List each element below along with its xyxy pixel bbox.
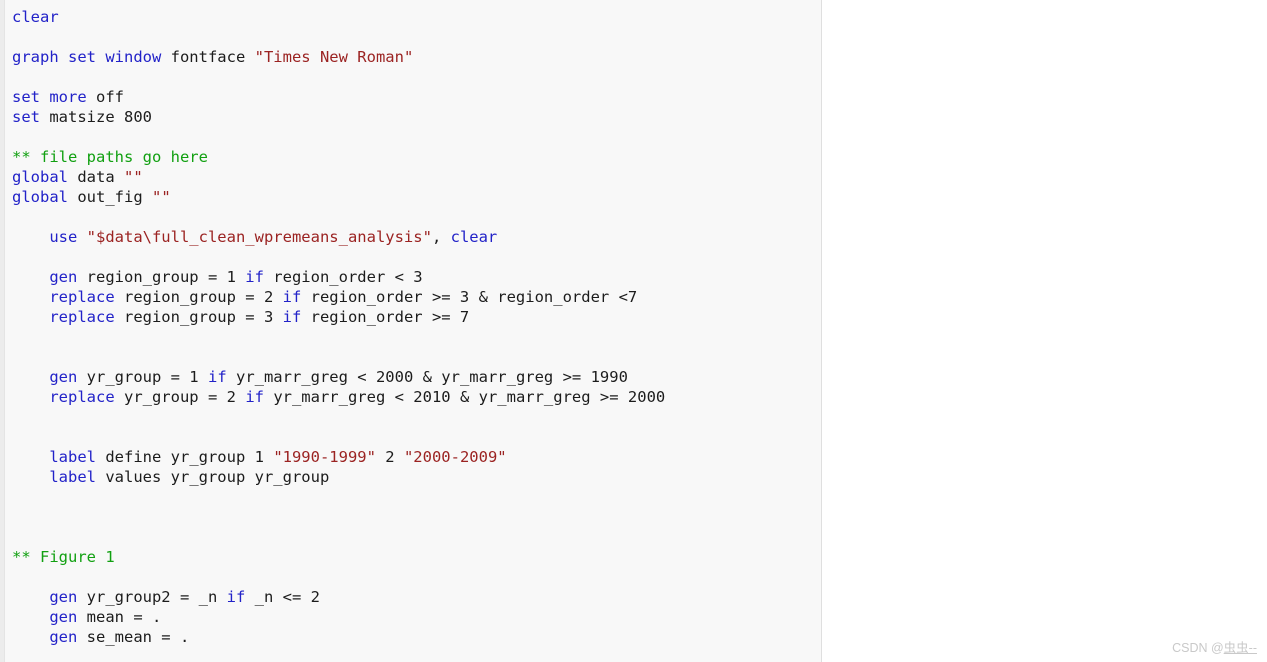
code-line[interactable]: replace region_group = 3 if region_order…	[12, 307, 821, 327]
code-line[interactable]: replace yr_group = 2 if yr_marr_greg < 2…	[12, 387, 821, 407]
code-token-kw: clear	[450, 228, 498, 246]
code-line[interactable]: graph set window fontface "Times New Rom…	[12, 47, 821, 67]
code-token-txt: yr_group = 1	[86, 368, 208, 386]
code-token-txt: region_order >= 7	[310, 308, 470, 326]
code-token-kw: label	[49, 468, 106, 486]
code-token-txt: yr_group2 = _n	[86, 588, 227, 606]
code-line[interactable]	[12, 567, 821, 587]
code-token-kw: if	[282, 308, 311, 326]
code-line[interactable]	[12, 27, 821, 47]
code-line[interactable]	[12, 487, 821, 507]
watermark-username: 虫虫--	[1223, 641, 1257, 655]
code-token-txt: region_group = 3	[123, 308, 283, 326]
code-token-cmt: ** Figure 1	[12, 548, 115, 566]
code-token-str: ""	[124, 168, 143, 186]
code-token-txt: define yr_group 1	[105, 448, 274, 466]
code-token-txt: out_fig	[77, 188, 152, 206]
code-editor-pane[interactable]: clear graph set window fontface "Times N…	[0, 0, 822, 662]
code-token-kw: gen	[49, 268, 87, 286]
code-token-cmt: ** file paths go here	[12, 148, 208, 166]
code-token-kw: clear	[12, 8, 59, 26]
code-line[interactable]	[12, 427, 821, 447]
code-token-kw: if	[207, 368, 236, 386]
code-line[interactable]	[12, 247, 821, 267]
code-token-str: ""	[151, 188, 171, 206]
code-token-txt: matsize 800	[49, 108, 152, 126]
code-line[interactable]: replace region_group = 2 if region_order…	[12, 287, 821, 307]
code-token-txt: data	[77, 168, 124, 186]
code-token-txt: region_order < 3	[273, 268, 423, 286]
code-token-str: "1990-1999"	[273, 448, 376, 466]
code-token-kw: global	[12, 188, 78, 206]
code-token-txt: off	[96, 88, 124, 106]
editor-gutter	[0, 0, 5, 662]
code-token-kw: gen	[49, 588, 87, 606]
code-line[interactable]: gen yr_group2 = _n if _n <= 2	[12, 587, 821, 607]
code-token-str: "Times New Roman"	[254, 48, 414, 66]
code-line[interactable]	[12, 347, 821, 367]
code-token-str: "2000-2009"	[403, 448, 507, 466]
code-line[interactable]	[12, 207, 821, 227]
code-token-kw: graph set window	[12, 48, 171, 66]
code-token-str: "$data\full_clean_wpremeans_analysis"	[86, 228, 432, 246]
code-line[interactable]: set more off	[12, 87, 821, 107]
code-token-kw: use	[49, 228, 87, 246]
code-token-kw: if	[282, 288, 311, 306]
code-token-kw: replace	[49, 388, 124, 406]
code-line[interactable]	[12, 327, 821, 347]
code-line[interactable]	[12, 127, 821, 147]
code-token-txt: region_order >= 3 & region_order <7	[310, 288, 638, 306]
code-token-kw: gen	[49, 368, 87, 386]
empty-right-pane	[823, 0, 1267, 662]
code-token-kw: replace	[49, 288, 124, 306]
watermark-prefix: CSDN @	[1172, 641, 1224, 655]
code-token-txt: se_mean = .	[86, 628, 190, 646]
code-token-txt: mean = .	[86, 608, 162, 626]
code-line[interactable]: gen yr_group = 1 if yr_marr_greg < 2000 …	[12, 367, 821, 387]
code-token-kw: if	[226, 588, 255, 606]
code-line[interactable]: gen se_mean = .	[12, 627, 821, 647]
code-token-txt: region_group = 2	[123, 288, 283, 306]
code-line[interactable]	[12, 527, 821, 547]
code-token-txt: yr_marr_greg < 2010 & yr_marr_greg >= 20…	[273, 388, 666, 406]
watermark: CSDN @虫虫--	[1172, 637, 1257, 656]
code-line[interactable]: use "$data\full_clean_wpremeans_analysis…	[12, 227, 821, 247]
code-token-kw: global	[12, 168, 78, 186]
code-line[interactable]	[12, 67, 821, 87]
code-line[interactable]: global data ""	[12, 167, 821, 187]
code-token-kw: if	[245, 388, 274, 406]
code-token-txt: fontface	[170, 48, 255, 66]
code-line[interactable]: ** file paths go here	[12, 147, 821, 167]
code-line[interactable]: ** Figure 1	[12, 547, 821, 567]
code-line[interactable]: set matsize 800	[12, 107, 821, 127]
code-line[interactable]	[12, 407, 821, 427]
code-line[interactable]: label values yr_group yr_group	[12, 467, 821, 487]
code-token-txt: _n <= 2	[254, 588, 320, 606]
code-token-kw: gen	[49, 628, 87, 646]
code-content[interactable]: clear graph set window fontface "Times N…	[12, 0, 821, 647]
code-token-kw: set	[12, 108, 50, 126]
code-token-txt: 2	[375, 448, 404, 466]
screenshot-root: clear graph set window fontface "Times N…	[0, 0, 1267, 662]
code-token-kw: gen	[49, 608, 87, 626]
code-token-txt: yr_marr_greg < 2000 & yr_marr_greg >= 19…	[235, 368, 628, 386]
code-token-kw: replace	[49, 308, 124, 326]
code-token-kw: set more	[12, 88, 96, 106]
code-line[interactable]	[12, 507, 821, 527]
code-token-txt: yr_group = 2	[123, 388, 246, 406]
code-line[interactable]: global out_fig ""	[12, 187, 821, 207]
code-line[interactable]: gen mean = .	[12, 607, 821, 627]
code-line[interactable]: gen region_group = 1 if region_order < 3	[12, 267, 821, 287]
code-token-kw: label	[49, 448, 106, 466]
code-line[interactable]: label define yr_group 1 "1990-1999" 2 "2…	[12, 447, 821, 467]
code-line[interactable]: clear	[12, 7, 821, 27]
code-token-txt: ,	[431, 228, 451, 246]
code-token-txt: region_group = 1	[86, 268, 246, 286]
code-token-txt: values yr_group yr_group	[105, 468, 330, 486]
code-token-kw: if	[245, 268, 274, 286]
